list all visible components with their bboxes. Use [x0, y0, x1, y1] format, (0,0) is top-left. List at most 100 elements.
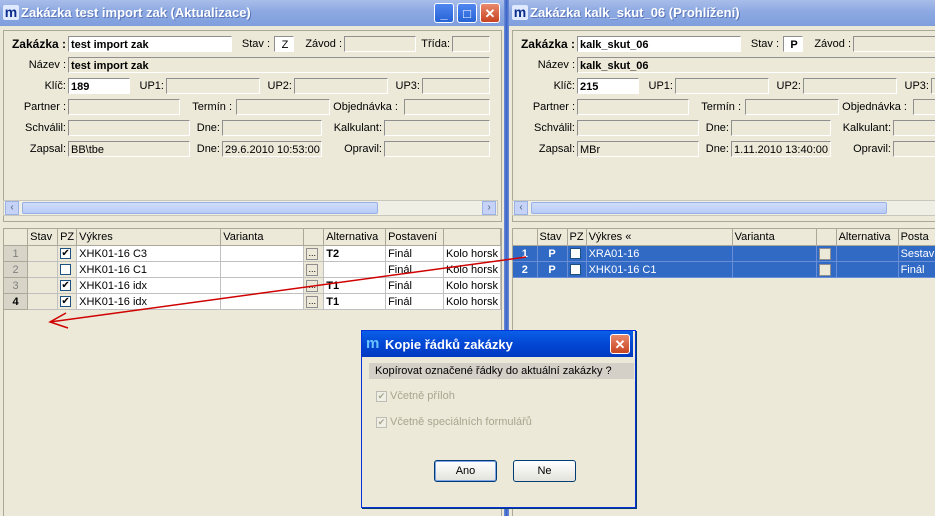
scroll-left-icon[interactable]: ‹ — [514, 201, 528, 215]
table-row[interactable]: 3 ✔ XHK01-16 idx ... T1 Finál Kolo horsk — [4, 277, 502, 294]
field-termin[interactable] — [236, 99, 330, 115]
row-number[interactable]: 1 — [513, 245, 538, 262]
row-number[interactable]: 4 — [4, 293, 29, 310]
pz-checkbox[interactable] — [60, 264, 72, 276]
lookup-button[interactable] — [818, 247, 831, 260]
col-pz[interactable]: PZ — [57, 229, 78, 246]
col-vykres[interactable]: Výkres — [76, 229, 222, 246]
col-alternativa[interactable]: Alternativa — [836, 229, 899, 246]
field-dne[interactable] — [731, 120, 831, 136]
yes-button[interactable]: Ano — [434, 460, 497, 482]
field-zapsal[interactable]: MBr — [577, 141, 699, 157]
field-up1[interactable] — [675, 78, 769, 94]
field-schvalil[interactable] — [68, 120, 190, 136]
cell-lookup[interactable]: ... — [303, 261, 325, 278]
right-horizontal-scrollbar[interactable]: ‹ — [512, 200, 935, 216]
field-trida[interactable] — [452, 36, 490, 52]
row-number[interactable]: 2 — [4, 261, 29, 278]
cell-extra[interactable]: Kolo horsk — [443, 245, 502, 262]
scroll-thumb[interactable] — [531, 202, 887, 214]
close-button[interactable]: ✕ — [480, 3, 500, 23]
maximize-button[interactable]: □ — [457, 3, 477, 23]
pz-checkbox[interactable]: ✔ — [60, 280, 72, 292]
dialog-close-button[interactable]: ✕ — [610, 334, 630, 354]
cell-lookup[interactable]: ... — [303, 293, 325, 310]
field-kalkulant[interactable] — [893, 120, 935, 136]
field-klic[interactable]: 215 — [577, 78, 639, 94]
cell-varianta[interactable] — [732, 261, 817, 278]
ellipsis-button[interactable]: ... — [306, 279, 319, 292]
col-stav[interactable]: Stav — [537, 229, 568, 246]
field-objednavka[interactable] — [913, 99, 935, 115]
field-up1[interactable] — [166, 78, 260, 94]
cell-vykres[interactable]: XRA01-16 — [586, 245, 733, 262]
cell-varianta[interactable] — [732, 245, 817, 262]
field-zakazka[interactable]: test import zak — [68, 36, 232, 52]
left-titlebar[interactable]: m Zakázka test import zak (Aktualizace) … — [0, 0, 504, 26]
row-number[interactable]: 3 — [4, 277, 29, 294]
table-row[interactable]: 1 ✔ XHK01-16 C3 ... T2 Finál Kolo horsk — [4, 245, 502, 262]
ellipsis-button[interactable]: ... — [306, 247, 319, 260]
cell-pz[interactable] — [567, 261, 587, 278]
cell-pz[interactable]: ✔ — [57, 293, 78, 310]
ellipsis-button[interactable]: ... — [306, 263, 319, 276]
field-stav[interactable]: P — [783, 36, 803, 52]
field-partner[interactable] — [68, 99, 180, 115]
cell-pz[interactable] — [567, 245, 587, 262]
cell-postaveni[interactable]: Finál — [385, 245, 444, 262]
cell-alternativa[interactable] — [836, 245, 899, 262]
cell-postaveni[interactable]: Finál — [385, 293, 444, 310]
pz-checkbox[interactable]: ✔ — [60, 296, 72, 308]
cell-lookup[interactable] — [816, 261, 837, 278]
cell-varianta[interactable] — [220, 293, 305, 310]
field-dne[interactable] — [222, 120, 322, 136]
cell-varianta[interactable] — [220, 277, 305, 294]
field-up2[interactable] — [803, 78, 897, 94]
field-opravil[interactable] — [893, 141, 935, 157]
minimize-button[interactable]: _ — [434, 3, 454, 23]
table-row[interactable]: 2 XHK01-16 C1 ... Finál Kolo horsk — [4, 261, 502, 278]
col-pz[interactable]: PZ — [567, 229, 587, 246]
col-extra[interactable] — [443, 229, 502, 246]
right-titlebar[interactable]: m Zakázka kalk_skut_06 (Prohlížení) — [509, 0, 935, 26]
cell-postaveni[interactable]: Finál — [385, 261, 444, 278]
field-opravil[interactable] — [384, 141, 490, 157]
ellipsis-button[interactable]: ... — [306, 295, 319, 308]
cell-pz[interactable] — [57, 261, 78, 278]
field-stav[interactable]: Z — [274, 36, 294, 52]
cell-alternativa[interactable]: T1 — [323, 277, 387, 294]
field-zakazka[interactable]: kalk_skut_06 — [577, 36, 741, 52]
pz-checkbox[interactable] — [569, 264, 581, 276]
field-termin[interactable] — [745, 99, 839, 115]
table-row[interactable]: 4 ✔ XHK01-16 idx ... T1 Finál Kolo horsk — [4, 293, 502, 310]
field-klic[interactable]: 189 — [68, 78, 130, 94]
field-zavod[interactable] — [853, 36, 935, 52]
table-row-selected[interactable]: 2 P XHK01-16 C1 Finál — [513, 261, 935, 278]
pz-checkbox[interactable]: ✔ — [60, 248, 72, 260]
cell-lookup[interactable]: ... — [303, 277, 325, 294]
cell-alternativa[interactable] — [836, 261, 899, 278]
cell-varianta[interactable] — [220, 245, 305, 262]
cell-postaveni[interactable]: Sestav — [898, 245, 935, 262]
field-up2[interactable] — [294, 78, 388, 94]
cell-lookup[interactable]: ... — [303, 245, 325, 262]
col-postaveni[interactable]: Postavení — [385, 229, 444, 246]
col-varianta[interactable]: Varianta — [220, 229, 305, 246]
scroll-right-icon[interactable]: › — [482, 201, 496, 215]
cell-postaveni[interactable]: Finál — [385, 277, 444, 294]
field-partner[interactable] — [577, 99, 689, 115]
cell-alternativa[interactable]: T1 — [323, 293, 387, 310]
table-row-selected[interactable]: 1 P XRA01-16 Sestav — [513, 245, 935, 262]
cell-pz[interactable]: ✔ — [57, 277, 78, 294]
field-objednavka[interactable] — [404, 99, 490, 115]
field-dne2[interactable]: 29.6.2010 10:53:00 — [222, 141, 322, 157]
cell-varianta[interactable] — [220, 261, 305, 278]
left-horizontal-scrollbar[interactable]: ‹ › — [3, 200, 498, 216]
col-postaveni[interactable]: Posta — [898, 229, 935, 246]
cell-pz[interactable]: ✔ — [57, 245, 78, 262]
col-stav[interactable]: Stav — [27, 229, 59, 246]
field-schvalil[interactable] — [577, 120, 699, 136]
field-zapsal[interactable]: BB\tbe — [68, 141, 190, 157]
field-kalkulant[interactable] — [384, 120, 490, 136]
col-alternativa[interactable]: Alternativa — [323, 229, 387, 246]
